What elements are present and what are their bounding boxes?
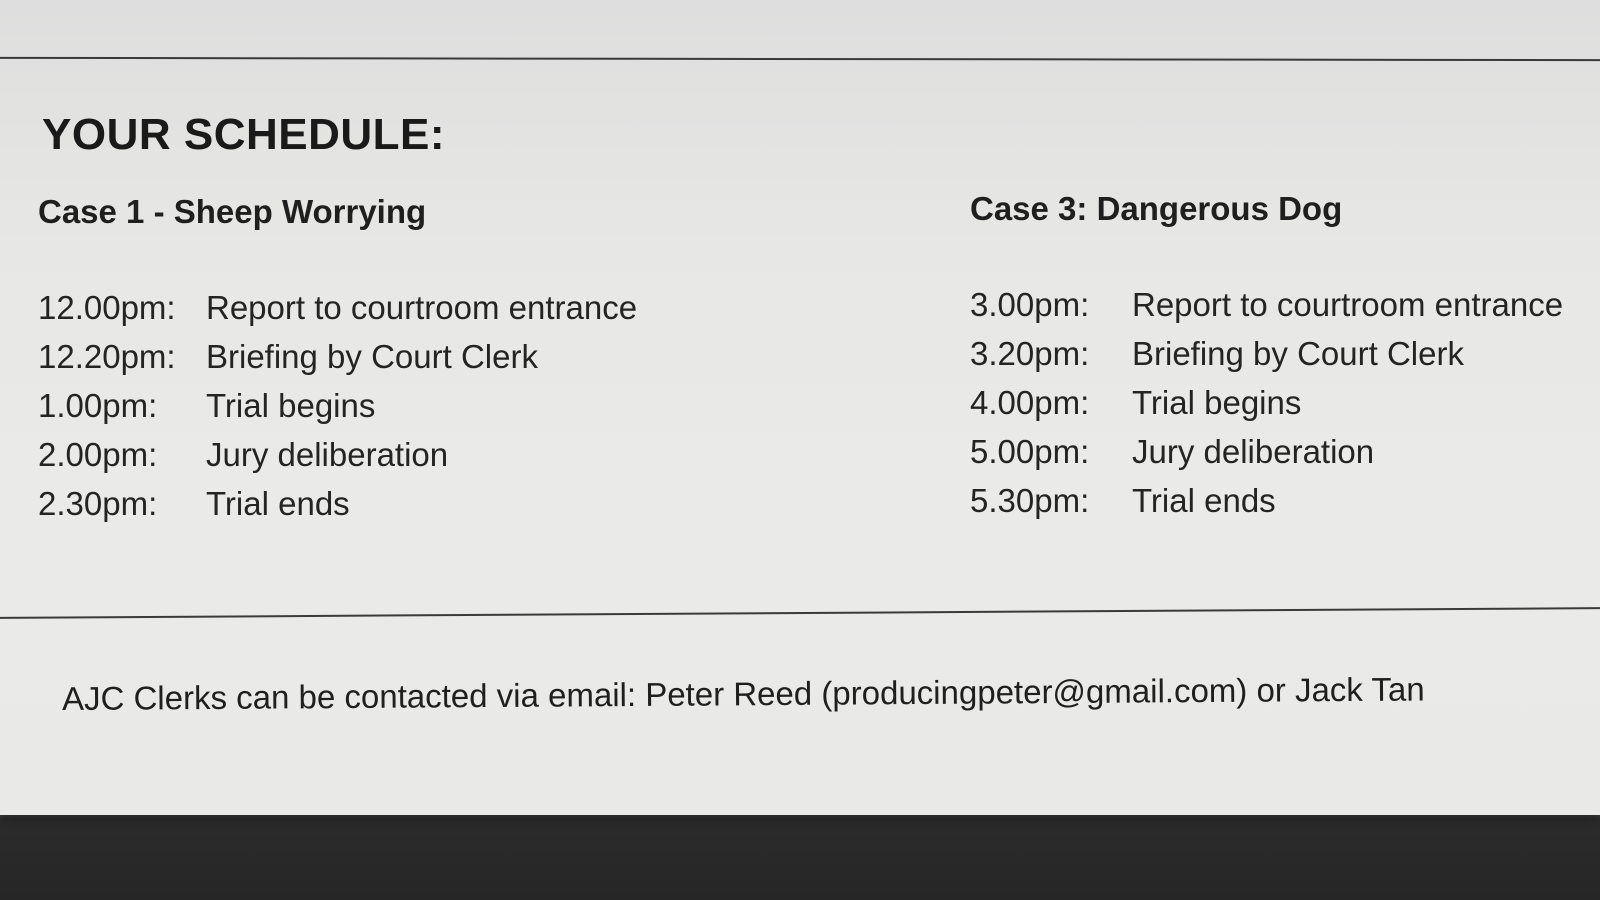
entry-event: Trial begins [1132,383,1302,421]
entry-time: 12.00pm: [38,288,176,326]
entry-time: 2.30pm: [38,484,158,522]
entry-time: 2.00pm: [38,435,158,473]
schedule-entry: 3.20pm: Briefing by Court Clerk [970,329,1600,378]
entry-time: 3.00pm: [970,285,1090,323]
entry-event: Report to courtroom entrance [1132,285,1564,323]
case-1-section: Case 1 - Sheep Worrying 12.00pm: Report … [38,193,798,528]
contact-text: AJC Clerks can be contacted via email: P… [61,670,1425,717]
schedule-entry: 4.00pm: Trial begins [970,378,1600,427]
schedule-heading: YOUR SCHEDULE: [42,110,446,159]
case-1-title: Case 1 - Sheep Worrying [38,193,427,230]
entry-event: Trial ends [206,484,350,522]
schedule-entry: 2.00pm: Jury deliberation [38,430,798,479]
case-3-title: Case 3: Dangerous Dog [970,190,1343,227]
entry-event: Jury deliberation [1132,432,1375,470]
schedule-entry: 5.00pm: Jury deliberation [970,427,1600,476]
entry-event: Jury deliberation [206,435,449,473]
entry-time: 3.20pm: [970,334,1090,372]
entry-time: 4.00pm: [970,383,1090,421]
schedule-entry: 12.20pm: Briefing by Court Clerk [38,332,798,381]
entry-event: Trial ends [1132,481,1276,519]
schedule-entry: 2.30pm: Trial ends [38,479,798,528]
case-3-section: Case 3: Dangerous Dog 3.00pm: Report to … [970,190,1600,525]
entry-event: Report to courtroom entrance [206,288,638,326]
schedule-document: YOUR SCHEDULE: Case 1 - Sheep Worrying 1… [0,0,1600,815]
schedule-entry: 12.00pm: Report to courtroom entrance [38,283,798,332]
schedule-entry: 3.00pm: Report to courtroom entrance [970,280,1600,329]
top-divider [0,56,1600,62]
entry-time: 1.00pm: [38,386,158,424]
entry-time: 5.30pm: [970,481,1090,519]
bottom-divider [0,607,1600,619]
monitor-screen: YOUR SCHEDULE: Case 1 - Sheep Worrying 1… [0,0,1600,900]
schedule-entry: 1.00pm: Trial begins [38,381,798,430]
entry-event: Briefing by Court Clerk [206,337,538,375]
entry-time: 5.00pm: [970,432,1090,470]
schedule-entry: 5.30pm: Trial ends [970,476,1600,525]
entry-event: Trial begins [206,386,376,424]
entry-event: Briefing by Court Clerk [1132,334,1464,372]
entry-time: 12.20pm: [38,337,176,375]
